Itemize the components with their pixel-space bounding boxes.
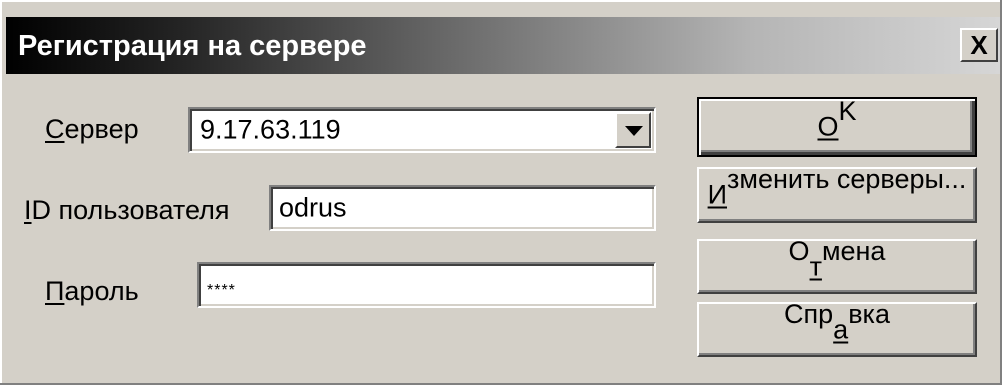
password-label: Пароль: [45, 276, 139, 306]
ok-button-label: OK: [817, 96, 857, 142]
server-select[interactable]: 9.17.63.119: [188, 107, 656, 153]
cancel-button-label: Отмена: [788, 235, 886, 282]
help-button[interactable]: Справка: [697, 298, 977, 357]
change-servers-button[interactable]: Изменить серверы...: [697, 164, 977, 223]
user-id-value: odrus: [279, 192, 347, 223]
cancel-button[interactable]: Отмена: [697, 235, 977, 294]
server-label: Сервер: [45, 114, 139, 144]
server-dropdown-button[interactable]: [615, 112, 651, 148]
dialog-title: Регистрация на сервере: [18, 30, 367, 62]
chevron-down-icon: [625, 126, 643, 136]
help-button-label: Справка: [784, 298, 890, 345]
user-id-field[interactable]: odrus: [269, 185, 656, 231]
server-value: 9.17.63.119: [200, 114, 341, 145]
close-icon: X: [970, 30, 988, 60]
password-value: ****: [207, 282, 236, 299]
close-button[interactable]: X: [960, 28, 998, 62]
login-dialog: Регистрация на сервере X Сервер 9.17.63.…: [0, 0, 1002, 385]
title-bar[interactable]: Регистрация на сервере X: [6, 17, 1000, 74]
change-servers-button-label: Изменить серверы...: [707, 164, 967, 210]
password-field[interactable]: ****: [197, 262, 656, 308]
ok-button[interactable]: OK: [697, 96, 977, 157]
user-id-label: ID пользователя: [24, 195, 230, 225]
